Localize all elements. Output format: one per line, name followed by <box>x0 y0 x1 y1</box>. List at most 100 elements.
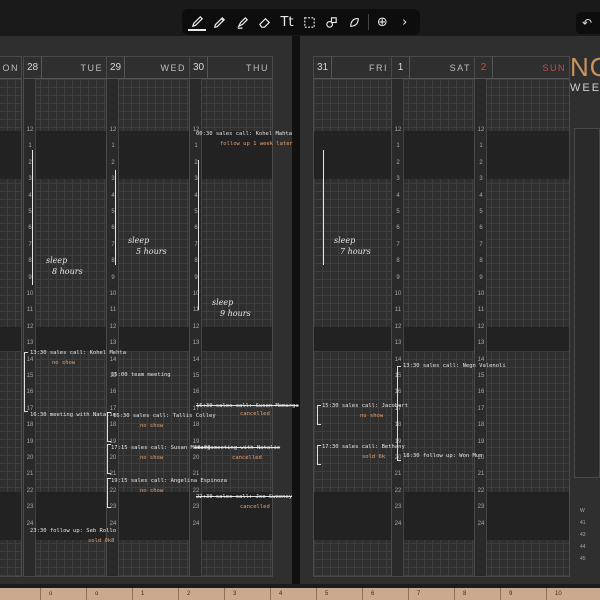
week-number[interactable]: W <box>580 505 586 517</box>
appointment-note[interactable]: 13:30 sales call: Kohel Mehta <box>30 350 126 356</box>
hour-label: 6 <box>111 225 115 232</box>
hour-label: 21 <box>477 471 485 478</box>
hour-label: 22 <box>192 487 200 494</box>
appointment-note[interactable]: 15:00 team meeting <box>111 372 171 378</box>
hour-label: 2 <box>479 159 483 166</box>
day-of-week: THU <box>246 63 269 73</box>
sleep-line <box>198 160 199 310</box>
time-grid <box>107 79 189 576</box>
appointment-note[interactable]: sold 0k8 <box>88 538 115 544</box>
pencil-icon[interactable] <box>211 13 229 31</box>
appointment-note[interactable]: no show <box>140 488 163 494</box>
hour-label: 20 <box>26 455 34 461</box>
day-header: 28 TUE <box>24 57 106 79</box>
week-number[interactable]: 41 <box>580 517 586 529</box>
day-column-tue[interactable]: 28 TUE <box>23 56 107 577</box>
ruler-tab[interactable]: 1 <box>132 588 178 600</box>
lasso-icon[interactable] <box>300 13 318 31</box>
appointment-note[interactable]: 15:30 sales call: Jacobert <box>322 403 408 409</box>
midday-band <box>0 327 21 351</box>
day-column-mon[interactable]: ON <box>0 56 22 577</box>
appointment-note[interactable]: cancelled <box>232 455 262 461</box>
week-number[interactable]: 44 <box>580 541 586 553</box>
add-icon[interactable]: ⊕ <box>373 13 391 31</box>
day-date: 28 <box>24 57 42 79</box>
appointment-note[interactable]: 16:30 sales call: Susan Memarga <box>196 403 299 409</box>
highlighter-icon[interactable] <box>233 13 251 31</box>
night-band <box>107 131 189 179</box>
week-number[interactable]: 43 <box>580 529 586 541</box>
night-band <box>190 131 272 179</box>
day-column-sun[interactable]: 2 SUN <box>474 56 570 577</box>
hour-label: 19 <box>26 438 34 445</box>
appointment-note[interactable]: 19:15 sales call: Angelina Espinoza <box>111 478 227 484</box>
sleep-line <box>323 150 324 265</box>
appointment-note[interactable]: no show <box>140 423 163 429</box>
pen-icon[interactable] <box>188 13 207 31</box>
night-band <box>314 131 391 179</box>
appointment-note[interactable]: 19:00 meeting with Natalie <box>194 445 280 451</box>
appointment-note[interactable]: 13:30 sales call: Negn Valenoli <box>403 363 506 369</box>
appointment-note[interactable]: 22:30 sales call: Joe Sweeney <box>196 494 292 500</box>
hour-label: 12 <box>394 127 402 133</box>
ruler-tab[interactable]: 8 <box>454 588 500 600</box>
day-column-fri[interactable]: 31 FRI <box>313 56 392 577</box>
week-number[interactable]: 45 <box>580 553 586 565</box>
hour-label: 21 <box>26 471 34 478</box>
week-list: W 41 43 44 45 <box>580 505 586 565</box>
hour-label: 7 <box>396 241 400 248</box>
day-column-sat[interactable]: 1 SAT <box>391 56 475 577</box>
appointment-note[interactable]: 23:30 follow up: Seb Rollo <box>30 528 116 534</box>
appointment-note[interactable]: 18:30 follow up: Won Mun <box>403 453 482 459</box>
hour-label: 11 <box>192 307 200 314</box>
time-grid <box>24 79 106 576</box>
shape-icon[interactable] <box>323 13 341 31</box>
appointment-note[interactable]: 16:30 meeting with Natalie <box>30 412 116 418</box>
day-date: 2 <box>475 57 493 79</box>
evening-band <box>0 492 21 540</box>
hour-label: 5 <box>194 209 198 215</box>
ruler-tab[interactable]: 7 <box>408 588 454 600</box>
side-panel <box>574 128 600 478</box>
ruler-tab[interactable]: 10 <box>546 588 592 600</box>
hour-label: 18 <box>477 422 485 429</box>
sleep-line <box>32 150 33 285</box>
eraser-icon[interactable] <box>256 13 274 31</box>
midday-band <box>314 327 391 351</box>
text-icon[interactable]: Tt <box>278 13 296 31</box>
time-bracket <box>24 352 28 412</box>
ruler-tab[interactable]: 9 <box>500 588 546 600</box>
appointment-note[interactable]: sold 6k <box>362 454 385 460</box>
appointment-note[interactable]: no show <box>52 360 75 366</box>
hour-label: 23 <box>26 504 34 511</box>
undo-icon[interactable]: ↶ <box>576 12 600 34</box>
ruler-tab[interactable]: 5 <box>316 588 362 600</box>
appointment-note[interactable]: 17:30 sales call: Bethany <box>322 444 405 450</box>
chevron-right-icon[interactable]: › <box>396 13 414 31</box>
appointment-note[interactable]: 00:30 sales call: Kohel Mahta <box>196 131 292 137</box>
ruler-tab[interactable]: 3 <box>224 588 270 600</box>
ruler-tab[interactable]: o <box>86 588 132 600</box>
appointment-note[interactable]: no show <box>140 455 163 461</box>
day-column-wed[interactable]: 29 WED <box>106 56 190 577</box>
hour-label: 1 <box>194 143 198 150</box>
hour-label: 8 <box>194 258 198 265</box>
hour-label: 7 <box>194 241 198 248</box>
appointment-note[interactable]: 16:30 sales call: Tallis Colley <box>113 413 216 419</box>
appointment-note[interactable]: cancelled <box>240 504 270 510</box>
month-title: NO <box>570 52 600 82</box>
appointment-note[interactable]: cancelled <box>240 411 270 417</box>
handwritten-text: sleep <box>128 236 150 245</box>
day-date: 29 <box>107 57 125 79</box>
ruler-tab[interactable]: o <box>40 588 86 600</box>
hour-label: 8 <box>396 258 400 265</box>
hour-label: 15 <box>477 373 485 379</box>
ruler-tab[interactable]: 2 <box>178 588 224 600</box>
day-date: 31 <box>314 57 332 79</box>
hour-label: 17 <box>109 405 117 412</box>
sticker-icon[interactable] <box>345 13 363 31</box>
ruler-tab[interactable]: 4 <box>270 588 316 600</box>
appointment-note[interactable]: follow up 1 week later <box>220 141 293 147</box>
appointment-note[interactable]: no show <box>360 413 383 419</box>
ruler-tab[interactable]: 6 <box>362 588 408 600</box>
